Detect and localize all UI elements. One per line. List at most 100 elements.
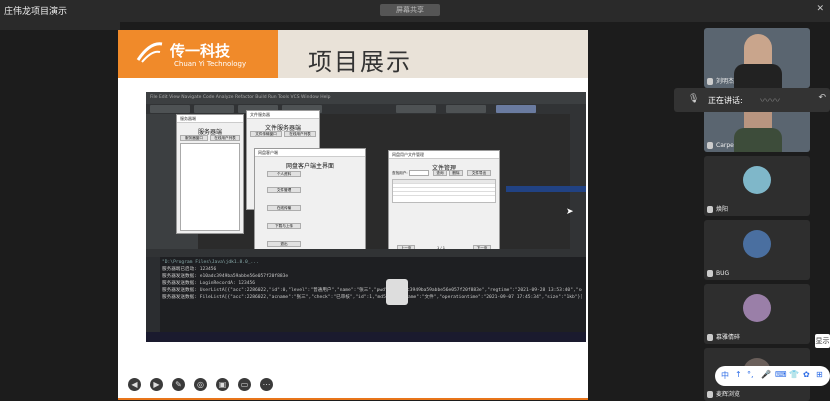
mic-icon xyxy=(707,206,713,213)
online-transfer-button[interactable]: 在线传输 xyxy=(267,205,301,211)
tab-server-window[interactable]: 服务器窗口 xyxy=(180,135,208,141)
search-user-label: 查找用户: xyxy=(392,171,408,175)
back-arrow-icon[interactable]: ↶ xyxy=(818,93,826,103)
ide-right-gutter xyxy=(570,114,586,249)
ime-voice-icon[interactable]: 🎤 xyxy=(761,370,771,379)
participant-video xyxy=(744,34,772,68)
search-user-input[interactable] xyxy=(409,170,429,176)
close-icon[interactable]: ✕ xyxy=(804,4,824,16)
window-title: 庄伟龙项目演示 xyxy=(4,7,68,17)
participant-name: 麦辉浏览 xyxy=(716,391,741,398)
run-console: "D:\Program Files\Java\jdk1.8.0_... 服务器端… xyxy=(146,249,586,342)
screenshot-icon[interactable]: ▣ xyxy=(216,378,229,391)
mic-icon xyxy=(707,142,713,149)
share-indicator[interactable]: 屏幕共享 xyxy=(380,4,440,16)
file-manage-dialog: 网盘用户文件管理 文件管理 查找用户: 查询 删除 文件导出 上一页 1 / 1… xyxy=(388,150,500,260)
client-dialog-heading: 网盘客户端主界面 xyxy=(285,163,334,170)
slide-footer-line xyxy=(118,398,588,400)
avatar xyxy=(743,230,771,258)
ide-tab-strip xyxy=(146,104,586,114)
console-line: 服务器发送数据: LoginRecordA: 123456 xyxy=(162,281,256,286)
selected-code-line xyxy=(506,186,586,192)
speaking-waves-icon: 〰〰 xyxy=(760,96,780,107)
mic-icon xyxy=(707,78,713,85)
console-line: 服务器发送数据: e10adc3949ba59abbe56e057f20f883… xyxy=(162,274,289,279)
export-button[interactable]: 文件导出 xyxy=(467,170,491,176)
mic-icon xyxy=(707,270,713,277)
prev-slide-icon[interactable]: ◀ xyxy=(128,378,141,391)
ime-mode-icon[interactable]: 中 xyxy=(721,370,729,381)
ime-settings-icon[interactable]: ✿ xyxy=(803,370,810,379)
delete-button[interactable]: 删除 xyxy=(449,170,463,176)
title-bar-extension xyxy=(0,22,120,30)
pen-icon[interactable]: ✎ xyxy=(172,378,185,391)
participant-name: 刘明杰 xyxy=(716,78,735,85)
server-dialog-title: 服务器端 xyxy=(177,115,243,123)
query-button[interactable]: 查询 xyxy=(433,170,447,176)
record-icon[interactable]: ▭ xyxy=(238,378,251,391)
exit-button[interactable]: 退出 xyxy=(267,241,301,247)
ime-keyboard-icon[interactable]: ⌨ xyxy=(775,370,787,379)
more-icon[interactable]: ⋯ xyxy=(260,378,273,391)
os-taskbar xyxy=(146,332,586,342)
presentation-controls: ◀ ▶ ✎ ◎ ▣ ▭ ⋯ xyxy=(124,376,274,396)
participant-name: 焕阳 xyxy=(716,206,729,213)
next-slide-icon[interactable]: ▶ xyxy=(150,378,163,391)
participant-tile[interactable]: 刘明杰 xyxy=(704,28,810,88)
console-line: "D:\Program Files\Java\jdk1.8.0_... xyxy=(162,260,259,265)
profile-button[interactable]: 个人资料 xyxy=(267,171,301,177)
console-line: 服务器发送数据: FileListA[{"acc":2286022,"acnam… xyxy=(162,295,582,300)
console-output: "D:\Program Files\Java\jdk1.8.0_... 服务器端… xyxy=(162,259,582,301)
company-logo: 传一科技 Chuan Yi Technology xyxy=(118,30,278,78)
client-dialog: 网盘客户端 网盘客户端主界面 个人资料 文件管理 在线传输 下载与上传 退出 xyxy=(254,148,366,258)
participant-name: Carpe xyxy=(716,142,734,149)
file-table xyxy=(392,179,496,203)
ide-tab xyxy=(150,105,190,113)
microphone-icon: 🎙 xyxy=(688,94,700,104)
ime-skin-icon[interactable]: 👕 xyxy=(789,370,799,379)
participant-tile[interactable]: 慕雅倩碎 xyxy=(704,284,810,344)
client-dialog-title: 网盘客户端 xyxy=(255,149,365,157)
shared-screen: 传一科技 Chuan Yi Technology 项目展示 File Edit … xyxy=(118,30,588,400)
participants-panel: 刘明杰 Carpe 焕阳 BUG 慕雅倩碎 麦辉浏览 xyxy=(700,22,830,401)
tab-file-online-users[interactable]: 在线用户列表 xyxy=(284,131,316,137)
server-dialog: 服务器端 服务器端 服务器窗口 在线用户列表 xyxy=(176,114,244,234)
ide-tab xyxy=(396,105,436,113)
mouse-cursor-icon: ➤ xyxy=(566,207,574,217)
ime-menu-icon[interactable]: ⊞ xyxy=(816,370,823,379)
console-line: 服务器端已启动: 123456 xyxy=(162,267,217,272)
mic-icon xyxy=(707,391,713,398)
laser-icon[interactable]: ◎ xyxy=(194,378,207,391)
avatar xyxy=(743,294,771,322)
file-manage-dialog-title: 网盘用户文件管理 xyxy=(389,151,499,159)
slide-banner: 传一科技 Chuan Yi Technology 项目展示 xyxy=(118,30,588,78)
display-chip[interactable]: 显示 xyxy=(815,334,830,348)
cartoon-sticker xyxy=(386,279,408,305)
upload-download-button[interactable]: 下载与上传 xyxy=(267,223,301,229)
file-manage-button[interactable]: 文件管理 xyxy=(267,187,301,193)
table-row[interactable] xyxy=(393,192,495,196)
ime-toolbar: 中 ↑ °, 🎤 ⌨ 👕 ✿ ⊞ xyxy=(715,366,830,386)
participant-video-body xyxy=(734,128,782,152)
file-server-dialog-title: 文件服务器 xyxy=(247,111,319,119)
participant-tile[interactable]: BUG xyxy=(704,220,810,280)
ide-tab-active xyxy=(496,105,536,113)
ime-punct-icon[interactable]: °, xyxy=(747,370,754,379)
logo-text-cn: 传一科技 xyxy=(170,42,231,60)
title-bar: 庄伟龙项目演示 屏幕共享 ✕ xyxy=(0,0,830,22)
participant-name: BUG xyxy=(716,270,730,277)
logo-mark-icon xyxy=(136,42,163,63)
avatar xyxy=(743,166,771,194)
ide-tab xyxy=(194,105,234,113)
mic-icon xyxy=(707,334,713,341)
tab-online-users[interactable]: 在线用户列表 xyxy=(210,135,240,141)
ide-screenshot: File Edit View Navigate Code Analyze Ref… xyxy=(146,92,586,342)
console-toolbar xyxy=(146,249,586,257)
ime-shift-icon[interactable]: ↑ xyxy=(735,370,742,379)
tab-file-transfer[interactable]: 文件传输窗口 xyxy=(250,131,282,137)
participant-name: 慕雅倩碎 xyxy=(716,334,741,341)
ide-tab xyxy=(446,105,486,113)
speaking-indicator: 🎙 正在讲话: 〰〰 ↶ xyxy=(674,88,830,112)
participant-tile[interactable]: 焕阳 xyxy=(704,156,810,216)
console-sidebar xyxy=(146,257,160,342)
